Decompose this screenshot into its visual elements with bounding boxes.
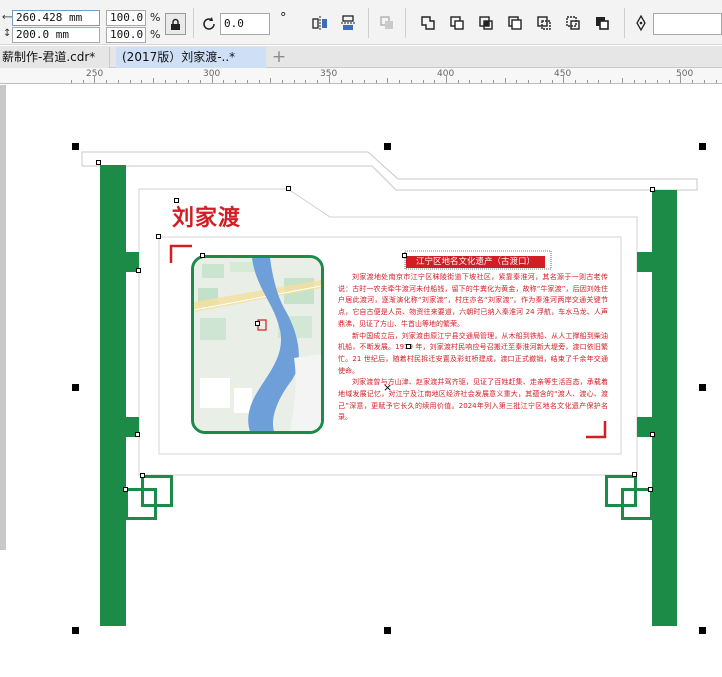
path-node[interactable] [140,473,145,478]
path-node[interactable] [632,472,637,477]
path-node[interactable] [135,432,140,437]
description-paragraph-3: 刘家渡曾与方山津、赵家渡并驾齐驱，见证了百姓赶集、走亲等生活百态，承载着地域发展… [338,378,608,422]
path-node[interactable] [402,253,407,258]
path-node[interactable] [156,234,161,239]
path-node[interactable] [174,198,179,203]
left-green-post [100,165,126,626]
path-node[interactable] [96,160,101,165]
right-green-post [652,190,677,626]
selection-handle-middle-right[interactable] [699,384,706,391]
path-node[interactable] [286,186,291,191]
sign-description[interactable]: 刘家渡地处南京市江宁区秣陵街道下坡社区，紧靠秦淮河，其名源于一则古老传说：古时一… [338,272,608,424]
path-node[interactable] [123,487,128,492]
selection-handle-top-middle[interactable] [384,143,391,150]
selection-center-mark[interactable]: × [383,382,392,393]
right-post-bracket-upper [637,252,652,272]
location-map-image[interactable] [191,255,324,434]
path-node[interactable] [406,344,411,349]
path-node[interactable] [255,321,260,326]
description-paragraph-1: 刘家渡地处南京市江宁区秣陵街道下坡社区，紧靠秦淮河，其名源于一则古老传说：古时一… [338,273,608,328]
selection-handle-top-right[interactable] [699,143,706,150]
map-illustration [194,258,321,431]
green-square-right-front [621,488,653,520]
path-node[interactable] [650,432,655,437]
sign-title[interactable]: 刘家渡 [172,200,241,232]
selection-handle-bottom-middle[interactable] [384,627,391,634]
path-node[interactable] [200,253,205,258]
path-node[interactable] [650,187,655,192]
green-square-left-front [125,488,157,520]
selection-handle-bottom-right[interactable] [699,627,706,634]
selection-handle-bottom-left[interactable] [72,627,79,634]
heritage-subtitle-banner[interactable]: 江宁区地名文化遗产（古渡口） [406,256,545,268]
path-node[interactable] [136,268,141,273]
top-cap-outline [81,151,698,191]
description-paragraph-2: 新中国成立后，刘家渡由原江宁县交通局管理，从木船到铁船、从人工撑船到柴油机船，不… [338,331,608,375]
selection-handle-middle-left[interactable] [72,384,79,391]
path-node[interactable] [648,487,653,492]
selection-handle-top-left[interactable] [72,143,79,150]
